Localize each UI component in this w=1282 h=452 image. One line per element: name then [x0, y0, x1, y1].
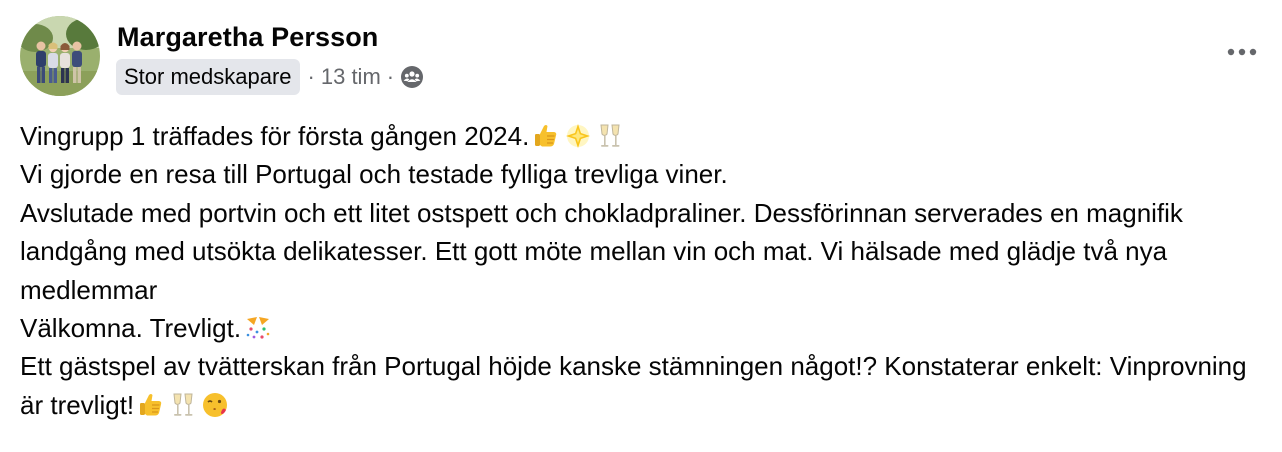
contributor-badge[interactable]: Stor medskapare [116, 59, 300, 95]
thumbs-up-emoji [531, 121, 561, 151]
post-line: Välkomna. Trevligt. [20, 309, 1270, 347]
face-blowing-kiss-emoji [200, 390, 230, 420]
avatar-photo [20, 16, 100, 96]
more-horizontal-icon [1227, 48, 1257, 56]
clinking-glasses-emoji [168, 390, 198, 420]
post-line: Vingrupp 1 träffades för första gången 2… [20, 117, 1270, 155]
post-paragraph: Ett gästspel av tvätterskan från Portuga… [20, 347, 1270, 424]
glowing-star-emoji [563, 121, 593, 151]
party-popper-emoji [243, 313, 273, 343]
post-line-text: Vingrupp 1 träffades för första gången 2… [20, 121, 530, 151]
avatar[interactable] [20, 16, 100, 96]
facebook-post: Margaretha Persson Stor medskapare · 13 … [0, 0, 1282, 452]
post-line: Vi gjorde en resa till Portugal och test… [20, 155, 1270, 193]
meta-separator: · [307, 64, 315, 89]
clinking-glasses-emoji [595, 121, 625, 151]
post-meta: Stor medskapare · 13 tim · [116, 59, 424, 95]
author-name[interactable]: Margaretha Persson [117, 20, 378, 54]
group-audience-icon[interactable] [400, 65, 424, 89]
post-line-text: Vi gjorde en resa till Portugal och test… [20, 159, 728, 190]
post-timestamp[interactable]: 13 tim [321, 64, 381, 90]
more-options-button[interactable] [1222, 36, 1262, 68]
post-line-text: Välkomna. Trevligt. [20, 313, 242, 343]
post-body: Vingrupp 1 träffades för första gången 2… [20, 117, 1270, 424]
post-paragraph: Avslutade med portvin och ett litet osts… [20, 197, 1183, 305]
thumbs-up-emoji [136, 390, 166, 420]
meta-separator: · [386, 64, 395, 89]
